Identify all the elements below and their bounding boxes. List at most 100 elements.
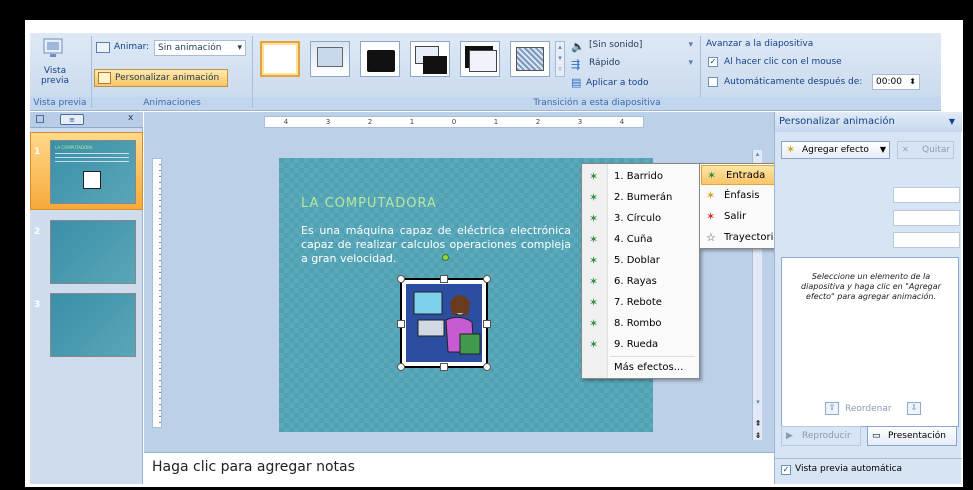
close-pane-icon[interactable]: x	[128, 113, 133, 123]
add-effect-button[interactable]: ✶ Agregar efecto ▼	[781, 141, 890, 159]
move-up-icon[interactable]: ⇧	[825, 402, 839, 415]
move-down-icon[interactable]: ⇩	[907, 402, 921, 415]
chevron-down-icon: ▾	[688, 58, 693, 68]
scroll-up-icon: ▴	[558, 43, 562, 51]
spinner-icon: ⬍	[909, 77, 916, 86]
star-icon: ✶	[589, 338, 599, 351]
speed-dropdown[interactable]: Rápido ▾	[586, 56, 696, 72]
play-label: Reproducir	[802, 431, 851, 441]
ruler-num: 2	[367, 118, 373, 126]
pane-title: Personalizar animación	[775, 112, 962, 132]
resize-handle[interactable]	[440, 275, 448, 283]
slides-pane: ≡ x 1 LA COMPUTADORA 2 3	[30, 112, 143, 484]
add-effect-icon: ✶	[786, 143, 796, 156]
menu-item-rayas[interactable]: ✶ 6. Rayas	[582, 272, 699, 292]
menu-item-label: Más efectos...	[614, 362, 684, 373]
menu-item-label: 6. Rayas	[614, 276, 657, 287]
preview-button[interactable]: Vista previa	[40, 66, 70, 86]
on-click-label: Al hacer clic con el mouse	[724, 57, 842, 67]
transition-black[interactable]	[360, 41, 400, 77]
chevron-down-icon: ▼	[879, 145, 886, 154]
submenu-label: Entrada	[726, 170, 766, 181]
slideshow-button[interactable]: ▭ Presentación	[867, 426, 957, 446]
slide-title[interactable]: LA COMPUTADORA	[301, 196, 437, 211]
custom-animation-button[interactable]: Personalizar animación	[94, 69, 228, 87]
animation-list[interactable]: Seleccione un elemento de la diapositiva…	[781, 257, 959, 427]
resize-handle[interactable]	[483, 275, 491, 283]
add-effect-label: Agregar efecto	[802, 145, 869, 155]
rotate-handle[interactable]	[442, 254, 449, 261]
menu-item-rebote[interactable]: ✶ 7. Rebote	[582, 293, 699, 313]
transition-none[interactable]	[260, 41, 300, 77]
pane-menu-icon[interactable]: ▼	[949, 117, 955, 126]
resize-handle[interactable]	[483, 363, 491, 371]
scroll-down-icon: ▾	[558, 54, 562, 62]
animate-dropdown[interactable]: Sin animación ▾	[154, 40, 246, 56]
star-icon: ✶	[589, 317, 599, 330]
remove-icon: ✕	[902, 145, 909, 154]
transition-cover[interactable]	[460, 41, 500, 77]
prev-slide-icon[interactable]: ⇞	[753, 419, 763, 428]
exit-star-icon: ✶	[706, 210, 716, 223]
on-click-checkbox[interactable]: ✓	[708, 57, 718, 67]
ruler-num: 1	[409, 118, 415, 126]
transition-fade[interactable]	[310, 41, 350, 77]
ruler-num: 1	[493, 118, 499, 126]
menu-item-rombo[interactable]: ✶ 8. Rombo	[582, 314, 699, 334]
slides-tab-icon[interactable]	[36, 115, 44, 123]
menu-item-label: 1. Barrido	[614, 171, 663, 182]
custom-animation-icon	[98, 72, 111, 84]
more-icon: ▿	[558, 65, 562, 73]
slide-body[interactable]: Es una máquina capaz de eléctrica electr…	[301, 224, 571, 266]
auto-after-label: Automáticamente después de:	[724, 77, 863, 87]
gallery-scroll[interactable]: ▴ ▾ ▿	[555, 41, 565, 77]
clipart-image[interactable]	[397, 254, 491, 371]
menu-item-label: 9. Rueda	[614, 339, 659, 350]
ruler-num: 3	[577, 118, 583, 126]
resize-handle[interactable]	[397, 320, 405, 328]
auto-preview-checkbox[interactable]: ✓	[781, 465, 791, 475]
scroll-down-icon: ▾	[756, 398, 760, 406]
star-icon: ✶	[589, 275, 599, 288]
preview-icon[interactable]	[36, 37, 70, 65]
start-dropdown[interactable]	[893, 187, 960, 203]
transition-dissolve[interactable]	[510, 41, 550, 77]
star-icon: ✶	[589, 233, 599, 246]
slide-number: 1	[34, 147, 41, 157]
outline-tab-icon[interactable]: ≡	[60, 114, 84, 125]
resize-handle[interactable]	[397, 275, 405, 283]
speed-field[interactable]	[893, 232, 960, 248]
property-dropdown[interactable]	[893, 210, 960, 226]
slide-thumb-2[interactable]	[50, 220, 136, 284]
play-button[interactable]: ▶ Reproducir	[781, 426, 861, 446]
resize-handle[interactable]	[440, 363, 448, 371]
custom-animation-label: Personalizar animación	[115, 73, 220, 83]
menu-item-bumeran[interactable]: ✶ 2. Bumerán	[582, 188, 699, 208]
menu-item-doblar[interactable]: ✶ 5. Doblar	[582, 251, 699, 271]
black-border-left	[0, 0, 22, 490]
slide-thumb-1[interactable]: LA COMPUTADORA	[50, 140, 136, 204]
resize-handle[interactable]	[397, 363, 405, 371]
slide-thumb-3[interactable]	[50, 293, 136, 357]
auto-time-input[interactable]: 00:00 ⬍	[872, 74, 920, 90]
slide-number: 3	[34, 300, 41, 310]
menu-item-circulo[interactable]: ✶ 3. Círculo	[582, 209, 699, 229]
auto-after-checkbox[interactable]	[708, 77, 718, 87]
menu-item-barrido[interactable]: ✶ 1. Barrido	[582, 167, 699, 187]
next-slide-icon[interactable]: ⇟	[753, 431, 763, 440]
transition-cut[interactable]	[410, 41, 450, 77]
star-icon: ✶	[589, 170, 599, 183]
resize-handle[interactable]	[483, 320, 491, 328]
notes-pane[interactable]: Haga clic para agregar notas	[144, 452, 774, 484]
menu-item-cuna[interactable]: ✶ 4. Cuña	[582, 230, 699, 250]
apply-all-button[interactable]: Aplicar a todo	[586, 78, 649, 88]
speed-icon: ⇶	[571, 58, 581, 71]
sound-dropdown[interactable]: [Sin sonido] ▾	[586, 38, 696, 54]
apply-all-icon: ▤	[571, 76, 582, 89]
menu-item-more-effects[interactable]: Más efectos...	[582, 358, 699, 378]
scroll-up-icon: ▴	[755, 150, 760, 158]
menu-item-rueda[interactable]: ✶ 9. Rueda	[582, 335, 699, 355]
transition-group-label: Transición a esta diapositiva	[253, 97, 941, 110]
remove-button[interactable]: ✕ Quitar	[897, 141, 954, 159]
auto-preview-label: Vista previa automática	[795, 464, 903, 474]
